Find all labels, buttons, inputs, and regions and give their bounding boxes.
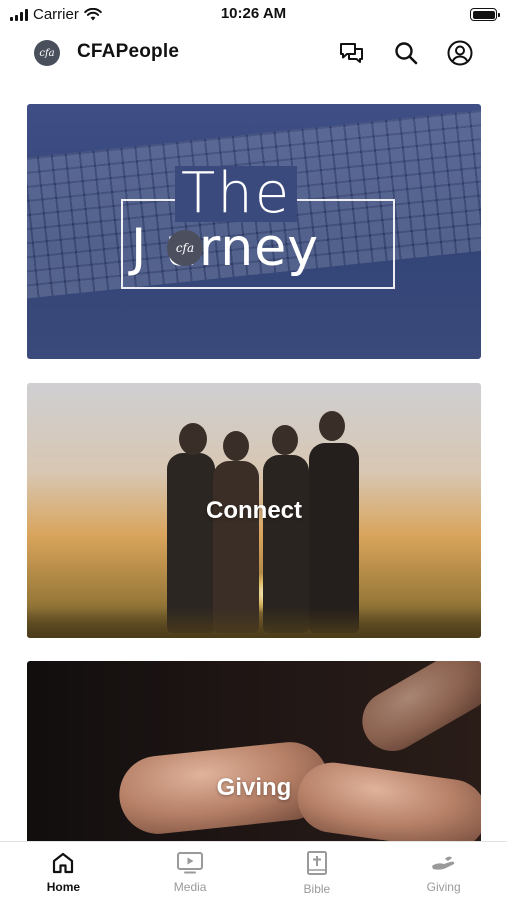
person-silhouette — [263, 455, 309, 633]
journey-card[interactable]: The J urney cfa — [27, 104, 481, 359]
app-logo[interactable]: cfa — [34, 40, 60, 66]
person-silhouette — [167, 453, 215, 633]
battery-icon — [470, 8, 500, 21]
tab-giving[interactable]: Giving — [380, 842, 507, 900]
giving-icon — [431, 856, 454, 870]
media-icon — [177, 852, 204, 874]
home-icon — [53, 852, 74, 874]
journey-logo-badge: cfa — [167, 230, 203, 266]
giving-card[interactable]: Giving — [27, 661, 481, 841]
person-head — [272, 425, 298, 455]
grass-ground — [27, 608, 481, 638]
status-bar: Carrier 10:26 AM — [0, 0, 507, 30]
tab-media[interactable]: Media — [127, 842, 254, 900]
arm-image — [351, 661, 481, 762]
connect-card[interactable]: Connect — [27, 383, 481, 638]
tab-bible[interactable]: Bible — [254, 842, 381, 900]
content-feed: The J urney cfa Connect Giving — [0, 76, 507, 841]
app-header: cfa CFAPeople — [0, 30, 507, 76]
person-head — [223, 431, 249, 461]
bible-icon — [306, 851, 327, 875]
giving-label: Giving — [216, 774, 292, 801]
connect-label: Connect — [206, 497, 302, 524]
tab-home-label: Home — [46, 880, 81, 894]
journey-logo-the: The — [175, 166, 298, 222]
profile-icon[interactable] — [446, 39, 474, 67]
search-icon[interactable] — [392, 39, 420, 67]
app-title: CFAPeople — [77, 41, 180, 62]
tab-media-label: Media — [173, 880, 207, 894]
tab-bar: Home Media Bible Giving — [0, 841, 507, 900]
person-head — [179, 423, 207, 455]
tab-bible-label: Bible — [303, 882, 331, 896]
person-silhouette — [309, 443, 359, 633]
person-head — [319, 411, 345, 441]
tab-home[interactable]: Home — [0, 842, 127, 900]
chat-icon[interactable] — [338, 39, 366, 67]
status-time: 10:26 AM — [220, 5, 287, 22]
journey-logo-word: J urney — [131, 218, 320, 278]
tab-giving-label: Giving — [426, 880, 461, 894]
